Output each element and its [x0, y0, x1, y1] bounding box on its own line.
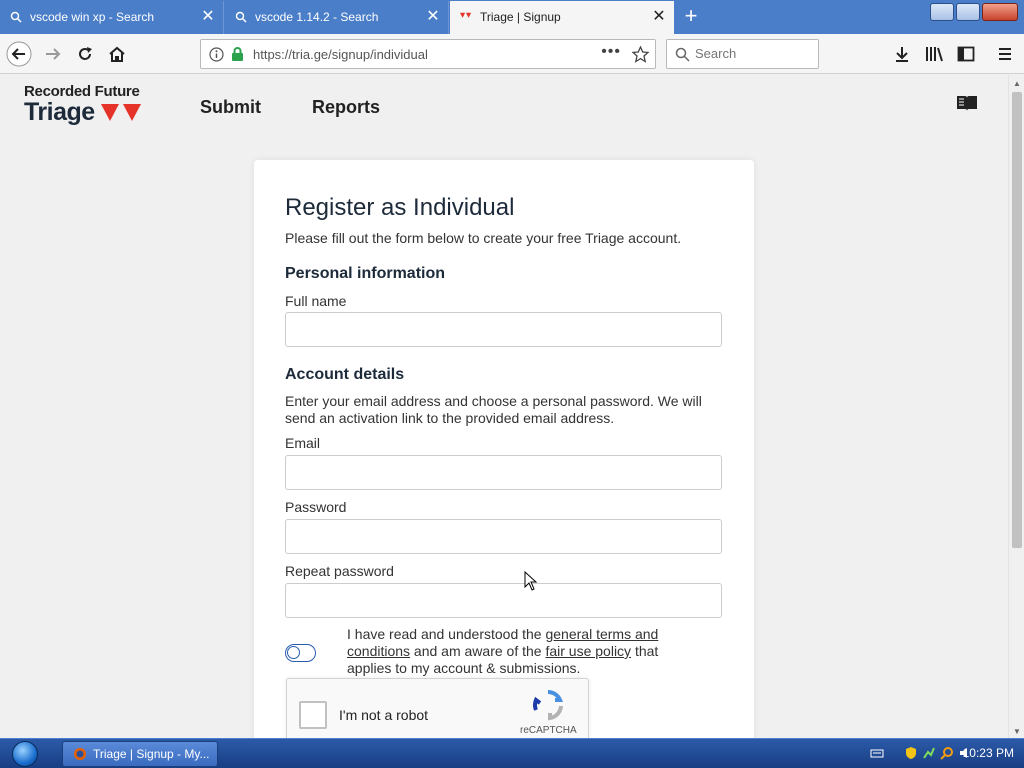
search-icon: [10, 11, 22, 23]
browser-search-input[interactable]: [695, 46, 813, 61]
recaptcha-widget: I'm not a robot reCAPTCHA: [286, 678, 589, 738]
nav-submit[interactable]: Submit: [200, 97, 261, 118]
terms-mid-text: and am aware of the: [410, 643, 546, 659]
logo-main-row: Triage: [24, 98, 145, 127]
library-icon[interactable]: [925, 45, 944, 63]
page-actions-icon[interactable]: •••: [601, 43, 621, 61]
tab-label: Triage | Signup: [480, 10, 561, 24]
tab-vscode-win-xp[interactable]: vscode win xp - Search ✕: [0, 1, 224, 34]
security-shield-icon[interactable]: [904, 746, 918, 760]
personal-info-heading: Personal information: [285, 265, 446, 282]
terms-pre-text: I have read and understood the: [347, 626, 546, 642]
hamburger-menu-icon[interactable]: [996, 45, 1014, 63]
minimize-button[interactable]: [930, 3, 954, 21]
terms-toggle[interactable]: [285, 644, 316, 662]
url-text: https://tria.ge/signup/individual: [253, 47, 428, 62]
lock-icon[interactable]: [231, 46, 244, 62]
close-tab-icon[interactable]: ✕: [652, 9, 666, 25]
browser-search-box[interactable]: [666, 39, 819, 69]
address-bar[interactable]: https://tria.ge/signup/individual •••: [200, 39, 656, 69]
back-arrow-icon: [6, 41, 32, 67]
full-name-input[interactable]: [285, 312, 722, 347]
search-icon: [675, 47, 690, 62]
home-icon: [109, 46, 125, 62]
account-details-description: Enter your email address and choose a pe…: [285, 393, 702, 426]
forward-button[interactable]: [38, 39, 68, 69]
forward-arrow-icon: [46, 48, 61, 60]
search-icon: [235, 11, 247, 23]
scroll-up-icon[interactable]: ▲: [1013, 79, 1021, 88]
window-controls: [930, 3, 1018, 21]
web-page: Recorded Future Triage Submit Reports Re…: [0, 75, 1008, 738]
reload-icon: [79, 47, 92, 60]
download-icon[interactable]: [893, 45, 911, 63]
taskbar-item-browser[interactable]: Triage | Signup - My...: [62, 741, 218, 767]
windows-taskbar: Triage | Signup - My... 10:23 PM: [0, 738, 1024, 768]
email-input[interactable]: [285, 455, 722, 490]
mouse-cursor-icon: [524, 571, 538, 591]
network-icon[interactable]: [922, 746, 936, 760]
close-window-button[interactable]: [982, 3, 1018, 21]
fair-use-policy-link[interactable]: fair use policy: [545, 643, 631, 659]
tab-label: vscode win xp - Search: [30, 10, 155, 24]
bookmark-star-icon[interactable]: [632, 46, 649, 63]
search-tray-icon[interactable]: [940, 746, 954, 760]
email-label: Email: [285, 435, 321, 451]
browser-tabstrip: vscode win xp - Search ✕ vscode 1.14.2 -…: [0, 0, 1024, 34]
scroll-thumb[interactable]: [1012, 92, 1022, 548]
password-input[interactable]: [285, 519, 722, 554]
triage-logo-mark-icon: [100, 103, 141, 121]
maximize-button[interactable]: [956, 3, 980, 21]
signup-card: Register as Individual Please fill out t…: [254, 160, 754, 738]
scroll-down-icon[interactable]: ▼: [1013, 727, 1021, 736]
repeat-password-label: Repeat password: [285, 563, 394, 579]
repeat-password-input[interactable]: [285, 583, 722, 618]
info-icon[interactable]: [209, 47, 224, 62]
recaptcha-brand: reCAPTCHA: [520, 725, 577, 736]
site-logo[interactable]: Recorded Future Triage: [24, 83, 145, 127]
page-scrollbar[interactable]: ▲ ▼: [1008, 75, 1024, 738]
form-subtitle: Please fill out the form below to create…: [285, 230, 682, 246]
tab-label: vscode 1.14.2 - Search: [255, 10, 379, 24]
tab-vscode-1-14-2[interactable]: vscode 1.14.2 - Search ✕: [225, 1, 449, 34]
full-name-label: Full name: [285, 293, 347, 309]
terms-text: I have read and understood the general t…: [347, 626, 692, 677]
keyboard-icon[interactable]: [870, 746, 884, 760]
close-tab-icon[interactable]: ✕: [426, 9, 440, 25]
recaptcha-label: I'm not a robot: [339, 707, 429, 723]
account-details-heading: Account details: [285, 366, 405, 383]
new-tab-button[interactable]: +: [680, 4, 702, 28]
taskbar-item-label: Triage | Signup - My...: [93, 747, 210, 761]
back-button[interactable]: [4, 39, 34, 69]
sidebar-icon[interactable]: [957, 45, 975, 63]
tab-triage-signup[interactable]: Triage | Signup ✕: [450, 1, 674, 34]
toggle-knob: [287, 646, 300, 659]
close-tab-icon[interactable]: ✕: [201, 9, 215, 25]
reload-button[interactable]: [70, 39, 100, 69]
recaptcha-logo-icon: [533, 690, 564, 721]
recaptcha-checkbox[interactable]: [299, 701, 327, 729]
docs-book-icon[interactable]: [955, 93, 979, 113]
home-button[interactable]: [102, 39, 132, 69]
taskbar-clock[interactable]: 10:23 PM: [963, 746, 1014, 760]
form-title: Register as Individual: [285, 194, 515, 221]
triage-favicon-icon: [460, 12, 472, 18]
start-button[interactable]: [12, 741, 38, 767]
firefox-icon: [74, 748, 86, 760]
browser-toolbar: https://tria.ge/signup/individual •••: [0, 34, 1024, 74]
nav-reports[interactable]: Reports: [312, 97, 380, 118]
system-tray: 10:23 PM: [860, 739, 1024, 768]
logo-main-text: Triage: [24, 98, 95, 126]
password-label: Password: [285, 499, 347, 515]
